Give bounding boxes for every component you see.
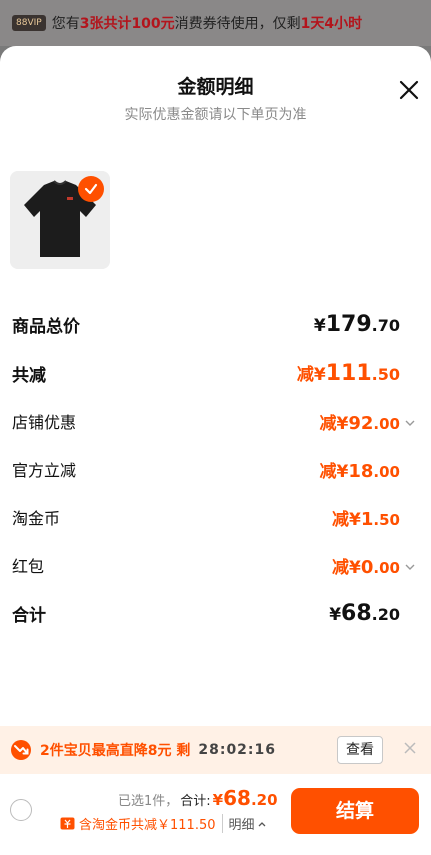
price-drop-icon (11, 740, 31, 760)
coupon-banner[interactable]: 88VIP 您有3张共计100元消费券待使用，仅剩1天4小时 (0, 0, 431, 46)
close-icon[interactable] (397, 78, 421, 102)
coin-discount-line: 含淘金币共减￥111.50 明细 (60, 814, 267, 833)
vip-badge: 88VIP (12, 15, 46, 31)
promo-text: 2件宝贝最高直降8元 剩 (40, 743, 191, 759)
promo-view-button[interactable]: 查看 (337, 736, 383, 764)
red-packet-row[interactable]: 红包 减¥ 0.00 (12, 551, 416, 579)
red-packet-value: 减¥ 0.00 (332, 553, 416, 578)
goods-total-value: ¥179.70 (313, 311, 400, 337)
sum-label: 合计 (12, 605, 46, 626)
total-reduce-value: 减¥ 111.50 (296, 361, 400, 386)
sum-value: ¥68.20 (329, 600, 400, 626)
official-discount-row: 官方立减 减¥ 18.00 (12, 455, 416, 483)
store-discount-row[interactable]: 店铺优惠 减¥ 92.00 (12, 407, 416, 435)
red-packet-label: 红包 (12, 557, 45, 576)
checkout-total: ¥68.20 (212, 786, 278, 810)
store-discount-value: 减¥ 92.00 (320, 409, 416, 434)
sheet-subtitle: 实际优惠金额请以下单页为准 (124, 107, 307, 123)
sum-row: 合计 ¥68.20 (12, 599, 416, 627)
checkout-button[interactable]: 结算 (291, 788, 419, 834)
official-discount-label: 官方立减 (12, 461, 77, 480)
close-icon[interactable] (402, 740, 418, 756)
coin-discount-text: 含淘金币共减￥111.50 (79, 818, 216, 833)
detail-toggle[interactable]: 明细 (221, 814, 267, 833)
chevron-up-icon (258, 821, 265, 826)
amount-detail-sheet: 金额明细 实际优惠金额请以下单页为准 商品总价 ¥179.70 共减 减¥ 111… (0, 46, 431, 855)
sheet-title: 金额明细 (177, 76, 254, 98)
coupon-banner-text: 您有3张共计100元消费券待使用，仅剩1天4小时 (51, 16, 363, 32)
selected-summary: 已选1件， 合计: ¥68.20 (118, 786, 278, 810)
taojinbi-value: 减¥ 1.50 (332, 508, 400, 530)
official-discount-value: 减¥ 18.00 (319, 460, 400, 482)
goods-total-row: 商品总价 ¥179.70 (12, 310, 416, 338)
total-reduce-row: 共减 减¥ 111.50 (12, 359, 416, 387)
total-reduce-label: 共减 (12, 365, 46, 386)
taojinbi-row: 淘金币 减¥ 1.50 (12, 503, 416, 531)
select-all-radio[interactable] (10, 799, 32, 821)
coupon-icon (60, 817, 75, 830)
checkout-bar: 已选1件， 合计: ¥68.20 含淘金币共减￥111.50 明细 结算 (0, 774, 431, 855)
check-icon[interactable] (78, 176, 104, 202)
taojinbi-label: 淘金币 (12, 509, 61, 528)
chevron-down-icon[interactable] (404, 417, 416, 429)
store-discount-label: 店铺优惠 (12, 413, 77, 432)
promo-countdown: 28:02:16 (198, 742, 277, 758)
goods-total-label: 商品总价 (12, 316, 80, 337)
price-drop-promo: 2件宝贝最高直降8元 剩 28:02:16 查看 (0, 726, 431, 774)
chevron-down-icon[interactable] (404, 561, 416, 573)
